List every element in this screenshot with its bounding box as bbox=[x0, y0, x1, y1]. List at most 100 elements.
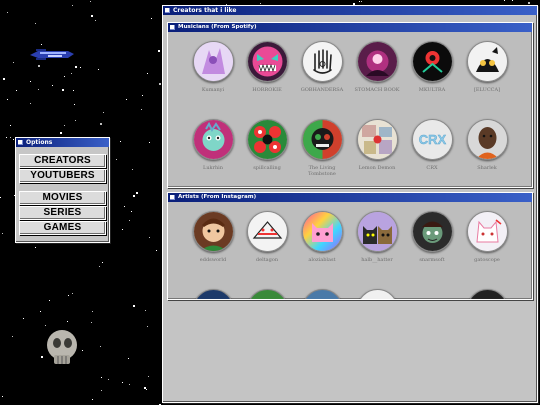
rainbow-cat-avatar[interactable] bbox=[301, 211, 343, 252]
spillcalling-avatar[interactable] bbox=[246, 119, 288, 160]
star bbox=[91, 15, 93, 17]
star bbox=[35, 247, 36, 248]
star bbox=[3, 78, 5, 80]
musician-label: [ELUCCA] bbox=[473, 87, 501, 93]
artist-item[interactable]: aloziablast bbox=[297, 211, 347, 263]
creators-titlebar[interactable]: Creators that i like bbox=[163, 6, 537, 15]
youtubers-button[interactable]: YOUTUBERS bbox=[19, 169, 106, 183]
musician-item[interactable]: Lukrhin bbox=[188, 119, 238, 171]
hamsa-hand-avatar[interactable] bbox=[301, 41, 343, 82]
crx-avatar[interactable]: CRX bbox=[411, 119, 453, 160]
artist-item[interactable]: deltagon bbox=[242, 211, 292, 263]
artists-panel: Artists (From Instagram) eddsworld delta… bbox=[167, 192, 533, 300]
deltagon-avatar[interactable] bbox=[246, 211, 288, 252]
musician-item[interactable]: The Living Tombstone bbox=[297, 119, 347, 177]
elucca-avatar[interactable] bbox=[466, 41, 508, 82]
mkultra-avatar[interactable] bbox=[411, 41, 453, 82]
cats-avatar[interactable] bbox=[356, 211, 398, 252]
star bbox=[2, 233, 3, 234]
star bbox=[91, 322, 92, 323]
star bbox=[10, 137, 11, 138]
eddsworld-avatar[interactable] bbox=[192, 211, 234, 252]
artist-item[interactable]: eddsworld bbox=[188, 211, 238, 263]
lukrhin-avatar[interactable] bbox=[192, 119, 234, 160]
artist-item[interactable]: gatoscope bbox=[462, 211, 512, 263]
star bbox=[23, 318, 24, 319]
artist-label: halb__hatter bbox=[361, 257, 393, 263]
star bbox=[95, 20, 96, 21]
games-button[interactable]: GAMES bbox=[19, 221, 106, 235]
star bbox=[75, 66, 77, 68]
star bbox=[100, 346, 101, 347]
musician-label: spillcalling bbox=[253, 165, 281, 171]
artist-avatar-partial[interactable] bbox=[466, 289, 508, 299]
artist-item[interactable] bbox=[462, 289, 512, 299]
artist-avatar-partial[interactable] bbox=[246, 289, 288, 299]
options-titlebar[interactable]: Options bbox=[16, 138, 109, 147]
musician-item[interactable]: GOBHANDERSA bbox=[297, 41, 347, 93]
stomach-book-avatar[interactable] bbox=[356, 41, 398, 82]
options-window: Options CREATORS YOUTUBERS MOVIES SERIES… bbox=[15, 137, 110, 243]
creators-button[interactable]: CREATORS bbox=[19, 154, 106, 168]
artist-item[interactable]: halb__hatter bbox=[352, 211, 402, 263]
star bbox=[73, 90, 74, 91]
star bbox=[528, 2, 530, 4]
artist-label: aloziablast bbox=[308, 257, 336, 263]
artists-titlebar: Artists (From Instagram) bbox=[168, 193, 532, 202]
musician-item[interactable]: CRX CRX bbox=[407, 119, 457, 171]
gatoscope-avatar[interactable] bbox=[466, 211, 508, 252]
artist-item[interactable] bbox=[352, 289, 402, 299]
star bbox=[102, 262, 103, 263]
horrokie-avatar[interactable] bbox=[246, 41, 288, 82]
movies-button[interactable]: MOVIES bbox=[19, 191, 106, 205]
musician-item[interactable]: Lemon Demon bbox=[352, 119, 402, 171]
svg-text:CRX: CRX bbox=[418, 132, 446, 147]
artist-avatar-partial[interactable] bbox=[192, 289, 234, 299]
star bbox=[260, 3, 261, 4]
artist-avatar-partial[interactable] bbox=[301, 289, 343, 299]
musician-label: Lemon Demon bbox=[358, 165, 396, 171]
star bbox=[12, 336, 13, 337]
artist-item[interactable] bbox=[297, 289, 347, 299]
star bbox=[132, 169, 133, 170]
panel-icon bbox=[170, 25, 175, 30]
artist-avatar-partial[interactable] bbox=[356, 289, 398, 299]
sharlek-avatar[interactable] bbox=[466, 119, 508, 160]
spaceship-icon bbox=[30, 49, 74, 60]
kumanyi-avatar[interactable] bbox=[192, 41, 234, 82]
star bbox=[98, 69, 99, 70]
artist-item[interactable]: snarmsoft bbox=[407, 211, 457, 263]
star bbox=[361, 1, 362, 2]
star bbox=[145, 310, 146, 311]
star bbox=[147, 73, 148, 74]
series-button[interactable]: SERIES bbox=[19, 206, 106, 220]
lemon-demon-avatar[interactable] bbox=[356, 119, 398, 160]
star bbox=[149, 142, 150, 143]
star bbox=[7, 12, 8, 13]
musician-item[interactable]: MKULTRA bbox=[407, 41, 457, 93]
star bbox=[144, 387, 146, 389]
artist-item[interactable] bbox=[188, 289, 238, 299]
star bbox=[75, 120, 76, 121]
panel-icon bbox=[170, 195, 175, 200]
star bbox=[108, 379, 109, 380]
creators-window-title: Creators that i like bbox=[173, 7, 237, 14]
star bbox=[16, 90, 17, 91]
musician-item[interactable]: STOMACH BOOK bbox=[352, 41, 402, 93]
musician-item[interactable]: spillcalling bbox=[242, 119, 292, 171]
star bbox=[149, 237, 150, 238]
musician-item[interactable]: HORROKIE bbox=[242, 41, 292, 93]
artist-item[interactable] bbox=[242, 289, 292, 299]
star bbox=[133, 195, 135, 197]
options-title: Options bbox=[26, 139, 53, 146]
star bbox=[142, 95, 143, 96]
musician-item[interactable]: [ELUCCA] bbox=[462, 41, 512, 93]
snarmsoft-avatar[interactable] bbox=[411, 211, 453, 252]
star bbox=[126, 99, 127, 100]
star bbox=[67, 321, 68, 322]
star bbox=[72, 5, 73, 6]
musician-item[interactable]: Kumanyi bbox=[188, 41, 238, 93]
living-tombstone-avatar[interactable] bbox=[301, 119, 343, 160]
star bbox=[82, 350, 83, 351]
musician-item[interactable]: Sharlek bbox=[462, 119, 512, 171]
